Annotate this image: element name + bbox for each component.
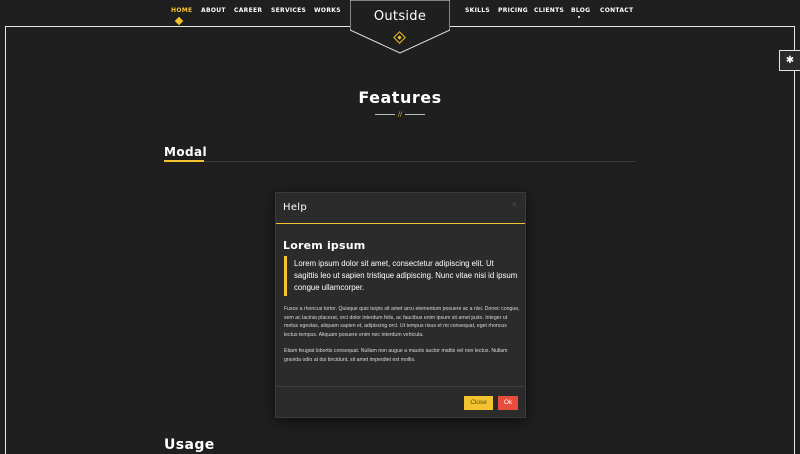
modal-paragraph-2: Etiam feugiat lobortis consequat. Nullam… — [284, 348, 508, 363]
close-button[interactable]: Close — [464, 396, 493, 410]
modal-title: Help — [283, 202, 307, 213]
nav-item-clients[interactable]: CLIENTS — [534, 7, 564, 14]
modal-header: Help × — [276, 193, 525, 224]
ok-button[interactable]: Ok — [498, 396, 518, 410]
nav-item-skills[interactable]: SKILLS — [465, 7, 490, 14]
modal-paragraph-1: Fusce a rhoncus tortor. Quisque quis tur… — [284, 306, 520, 338]
nav-item-about[interactable]: ABOUT — [201, 7, 226, 14]
separator-mark: // — [398, 111, 403, 118]
active-indicator-icon — [174, 16, 184, 26]
separator-line-right — [405, 114, 425, 115]
nav-item-blog[interactable]: BLOG — [571, 7, 590, 14]
nav-item-services[interactable]: SERVICES — [271, 7, 306, 14]
logo-badge[interactable]: Outside — [350, 0, 450, 55]
modal-footer: Close Ok — [276, 386, 525, 418]
nav-item-contact[interactable]: CONTACT — [600, 7, 633, 14]
nav-item-home[interactable]: HOME — [171, 7, 192, 14]
section-heading-underline — [164, 160, 204, 162]
close-icon[interactable]: × — [511, 200, 518, 209]
logo-text: Outside — [373, 9, 427, 24]
modal-blockquote: Lorem ipsum dolor sit amet, consectetur … — [284, 256, 517, 296]
nav-item-pricing[interactable]: PRICING — [498, 7, 528, 14]
section-heading-usage: Usage — [164, 437, 215, 453]
settings-toggle[interactable]: ✱ — [779, 50, 800, 71]
nav-item-career[interactable]: CAREER — [234, 7, 262, 14]
blockquote-text: Lorem ipsum dolor sit amet, consectetur … — [294, 259, 518, 292]
nav-item-works[interactable]: WORKS — [314, 7, 341, 14]
help-modal: Help × Lorem ipsum Lorem ipsum dolor sit… — [275, 192, 526, 418]
page-title: Features — [358, 88, 442, 107]
modal-content-heading: Lorem ipsum — [283, 239, 366, 252]
section-heading-modal: Modal — [164, 145, 207, 159]
gear-icon: ✱ — [785, 55, 795, 66]
separator-line-left — [375, 114, 395, 115]
submenu-indicator-icon — [578, 16, 580, 18]
title-separator: // — [375, 111, 425, 118]
section-divider — [164, 161, 636, 162]
